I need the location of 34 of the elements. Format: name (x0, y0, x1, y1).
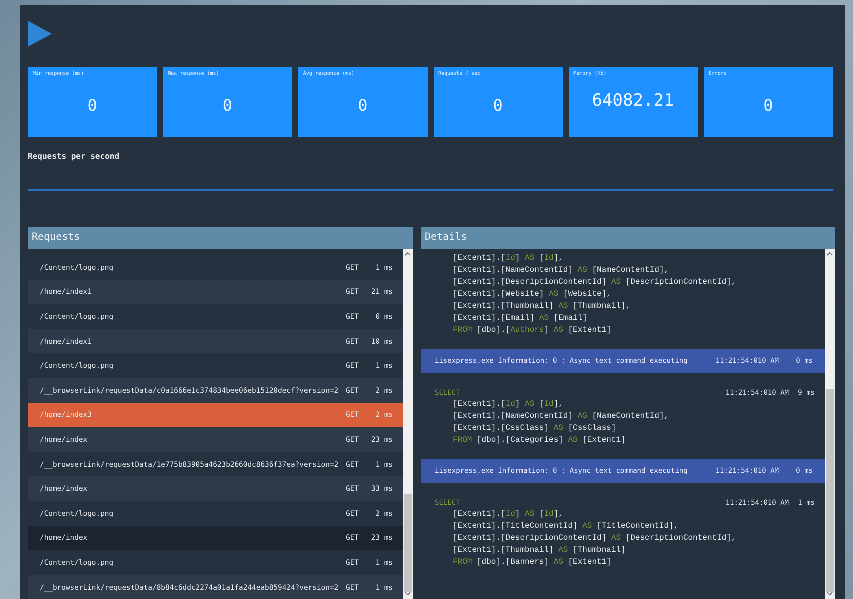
scroll-up-icon[interactable] (827, 252, 833, 256)
sql-line: FROM [dbo].[Categories] AS [Extent1] (452, 435, 627, 447)
sql-line: [Extent1].[DescriptionContentId] AS [DescriptionContentId], (452, 277, 738, 289)
tile-value: 0 (493, 96, 503, 115)
sql-line: [Extent1].[Id] AS [Id], (452, 253, 564, 265)
panel-header: Requests (28, 227, 413, 249)
tile-value: 0 (764, 96, 774, 115)
panel-header: Details (421, 227, 835, 249)
sql-line: FROM [dbo].[Authors] AS [Extent1] (452, 325, 612, 337)
sql-line: [Extent1].[Email] AS [Email] (452, 313, 588, 325)
play-icon[interactable] (28, 21, 52, 47)
sql-line: [Extent1].[DescriptionContentId] AS [DescriptionContentId], (452, 533, 738, 545)
sql-line: [Extent1].[Id] AS [Id], (452, 509, 564, 521)
scrollbar[interactable] (825, 249, 835, 599)
scroll-up-icon[interactable] (405, 252, 411, 256)
scrollbar[interactable] (403, 249, 413, 599)
tile-value: 64082.21 (592, 91, 674, 111)
sql-line: [Extent1].[Thumbnail] AS [Thumbnail] (452, 545, 627, 557)
scrollbar-thumb[interactable] (826, 389, 834, 592)
sql-line: [Extent1].[Website] AS [Website], (452, 289, 612, 301)
tile-value: 0 (222, 96, 233, 115)
scrollbar-thumb[interactable] (404, 494, 412, 592)
tile-value: 0 (358, 96, 368, 115)
sql-line: [Extent1].[NameContentId] AS [NameContentId], (452, 411, 670, 423)
sql-line: [Extent1].[Thumbnail] AS [Thumbnail], (452, 301, 632, 313)
sql-line: [Extent1].[CssClass] AS [CssClass] (452, 423, 618, 435)
tile-value: 0 (88, 96, 98, 115)
sql-line: FROM [dbo].[Banners] AS [Extent1] (452, 557, 612, 569)
sql-line: [Extent1].[Id] AS [Id], (452, 399, 564, 411)
scroll-down-icon[interactable] (827, 592, 833, 596)
sql-line: [Extent1].[NameContentId] AS [NameContentId], (452, 265, 670, 277)
sql-line: [Extent1].[TitleContentId] AS [TitleContentId], (452, 521, 680, 533)
scroll-down-icon[interactable] (405, 592, 411, 596)
chart-title: Requests per second (28, 152, 120, 161)
